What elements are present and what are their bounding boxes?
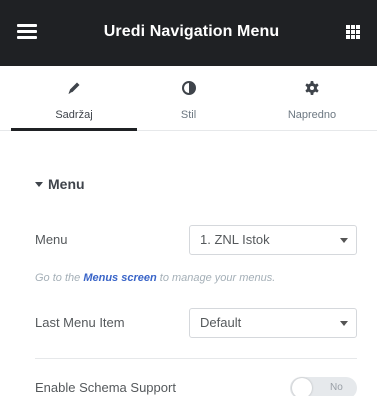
grid-icon[interactable] xyxy=(346,25,361,40)
menu-select-value: 1. ZNL Istok xyxy=(200,232,270,247)
tab-content-label: Sadržaj xyxy=(55,109,93,121)
last-menu-item-value: Default xyxy=(200,315,242,330)
last-menu-item-label: Last Menu Item xyxy=(35,315,125,330)
tab-content[interactable]: Sadržaj xyxy=(11,66,137,131)
tab-style-label: Stil xyxy=(180,109,197,121)
menu-label: Menu xyxy=(35,232,68,247)
section-title: Menu xyxy=(48,176,85,192)
panel-tabs: Sadržaj Stil Napredno xyxy=(0,66,377,131)
last-menu-item-select[interactable]: Default xyxy=(189,308,357,338)
active-tab-indicator xyxy=(11,128,137,131)
divider xyxy=(35,358,357,359)
panel-header: Uredi Navigation Menu xyxy=(0,0,377,66)
help-suffix: to manage your menus. xyxy=(159,272,276,284)
switch-knob xyxy=(292,378,312,396)
chevron-down-icon xyxy=(340,321,348,326)
tab-advanced-label: Napredno xyxy=(287,109,337,121)
chevron-down-icon xyxy=(340,238,348,243)
pencil-icon xyxy=(68,82,80,94)
menus-screen-link[interactable]: Menus screen xyxy=(83,272,156,284)
schema-support-switch[interactable]: No xyxy=(290,377,357,396)
menu-select[interactable]: 1. ZNL Istok xyxy=(189,225,357,255)
tab-advanced[interactable]: Napredno xyxy=(262,66,362,131)
switch-state-text: No xyxy=(330,382,343,393)
half-circle-icon xyxy=(181,81,196,95)
gear-icon xyxy=(305,81,319,95)
caret-down-icon xyxy=(35,182,43,187)
tab-style[interactable]: Stil xyxy=(137,66,240,131)
section-toggle-menu[interactable]: Menu xyxy=(35,176,85,192)
panel-title: Uredi Navigation Menu xyxy=(103,23,280,40)
menu-help-text: Go to the Menus screen to manage your me… xyxy=(35,272,275,284)
help-prefix: Go to the xyxy=(35,272,81,284)
schema-support-label: Enable Schema Support xyxy=(35,380,176,395)
